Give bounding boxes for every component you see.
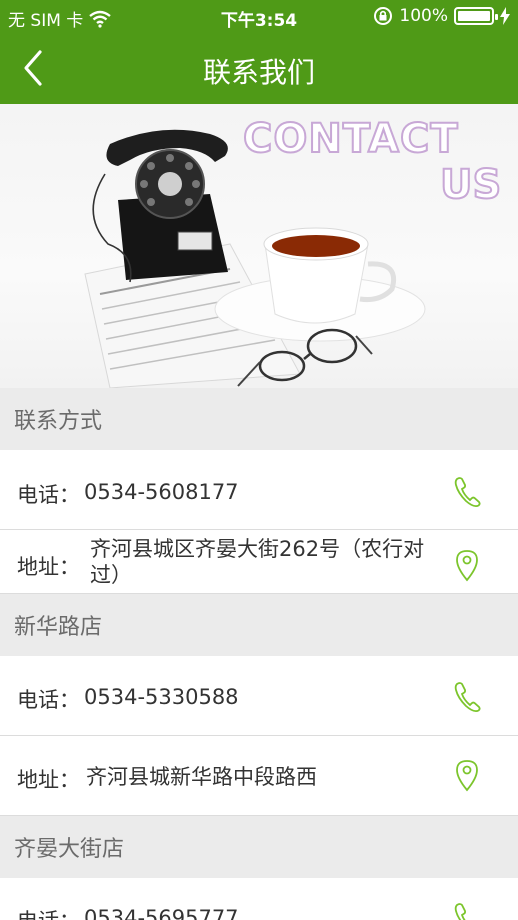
charging-bolt-icon (500, 7, 510, 25)
address-label: 地址： (17, 555, 80, 579)
phone-label: 电话： (17, 688, 80, 712)
address-text: 齐河县城新华路中段路西 (86, 765, 317, 789)
banner-text-us: US (440, 162, 501, 208)
phone-number: 0534-5330588 (84, 685, 239, 709)
battery-percent: 100% (399, 6, 448, 26)
address-text: 齐河县城区齐晏大街262号（农行对过） (90, 537, 425, 587)
section-header: 齐晏大街店 (0, 816, 518, 878)
phone-number: 0534-5608177 (84, 480, 239, 504)
phone-number: 0534-5695777 (84, 906, 239, 920)
phone-label: 电话： (17, 905, 80, 920)
status-bar: 无 SIM 卡 下午3:54 100% (0, 0, 518, 32)
address-row[interactable]: 地址： 齐河县城新华路中段路西 (0, 736, 518, 816)
location-pin-icon[interactable] (452, 758, 482, 792)
telephone-graphic (92, 129, 228, 283)
banner-illustration: CONTACT US (84, 115, 502, 388)
section-header: 新华路店 (0, 594, 518, 656)
phone-label: 电话： (17, 483, 80, 507)
address-label: 地址： (17, 768, 80, 792)
rotation-lock-icon (374, 7, 393, 25)
phone-row[interactable]: 电话： 0534-5330588 (0, 656, 518, 736)
phone-icon[interactable] (452, 679, 482, 713)
nav-bar: 联系我们 (0, 32, 518, 104)
section-header: 联系方式 (0, 388, 518, 450)
page-title: 联系我们 (202, 56, 315, 89)
address-row[interactable]: 地址： 齐河县城区齐晏大街262号（农行对过） (0, 530, 518, 594)
status-right: 100% (373, 6, 510, 26)
phone-icon[interactable] (452, 474, 482, 508)
contact-banner-image: CONTACT US (0, 104, 518, 388)
phone-icon[interactable] (452, 900, 482, 920)
battery-icon (454, 7, 498, 25)
location-pin-icon[interactable] (452, 548, 482, 582)
phone-row[interactable]: 电话： 0534-5695777 (0, 878, 518, 920)
banner-text-contact: CONTACT (243, 116, 459, 162)
phone-row[interactable]: 电话： 0534-5608177 (0, 450, 518, 530)
